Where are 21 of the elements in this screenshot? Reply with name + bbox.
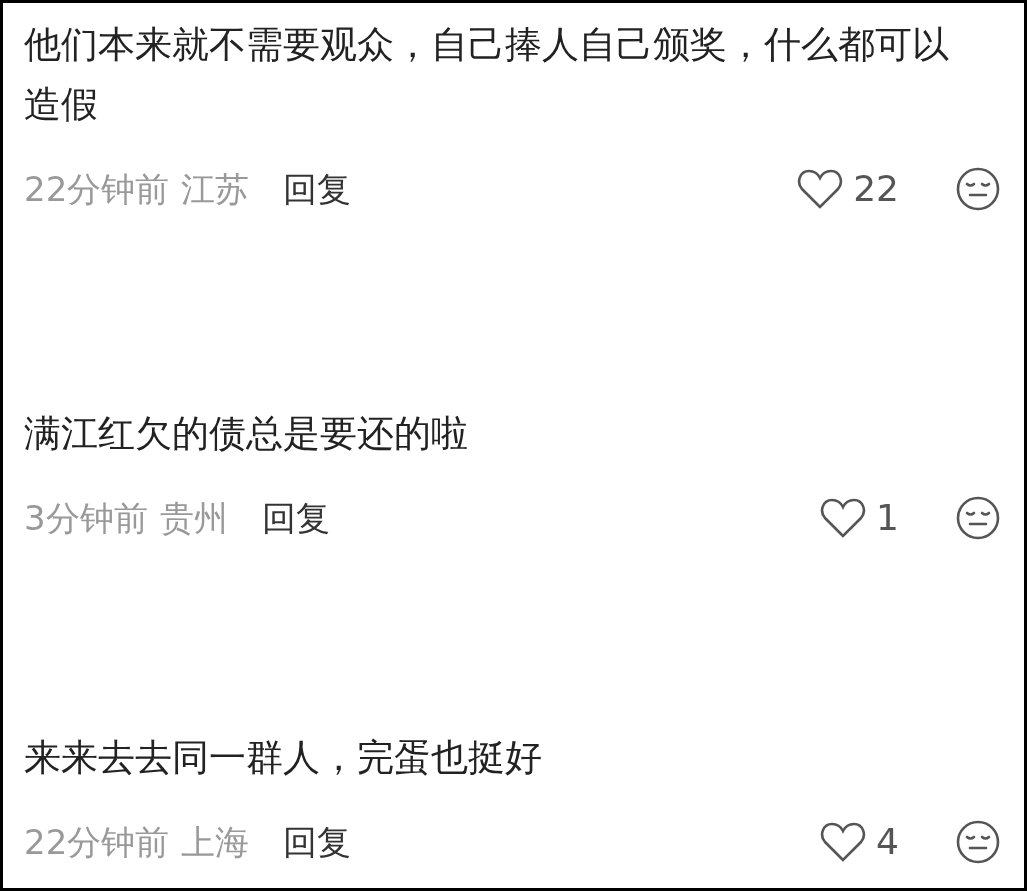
comment-text: 他们本来就不需要观众，自己捧人自己颁奖，什么都可以造假 [24, 22, 950, 128]
like-count: 22 [853, 167, 899, 211]
like-count: 4 [876, 820, 899, 864]
face-icon[interactable] [955, 166, 1001, 212]
like-count: 1 [876, 496, 899, 540]
comment-location: 上海 [181, 820, 250, 864]
face-icon[interactable] [955, 819, 1001, 865]
reply-button[interactable]: 回复 [283, 816, 352, 868]
face-icon[interactable] [955, 495, 1001, 541]
comment-time: 22分钟前 [24, 167, 170, 211]
reply-button[interactable]: 回复 [261, 492, 330, 544]
comment-location: 江苏 [181, 167, 250, 211]
comment-time: 3分钟前 [24, 496, 148, 540]
reply-button[interactable]: 回复 [283, 163, 352, 215]
heart-icon[interactable] [797, 168, 844, 210]
comment-text: 来来去去同一群人，完蛋也挺好 [24, 735, 543, 781]
heart-icon[interactable] [820, 497, 867, 539]
comment-location: 贵州 [159, 496, 228, 540]
comment-time: 22分钟前 [24, 820, 170, 864]
heart-icon[interactable] [820, 821, 867, 863]
comment-text: 满江红欠的债总是要还的啦 [24, 411, 469, 457]
